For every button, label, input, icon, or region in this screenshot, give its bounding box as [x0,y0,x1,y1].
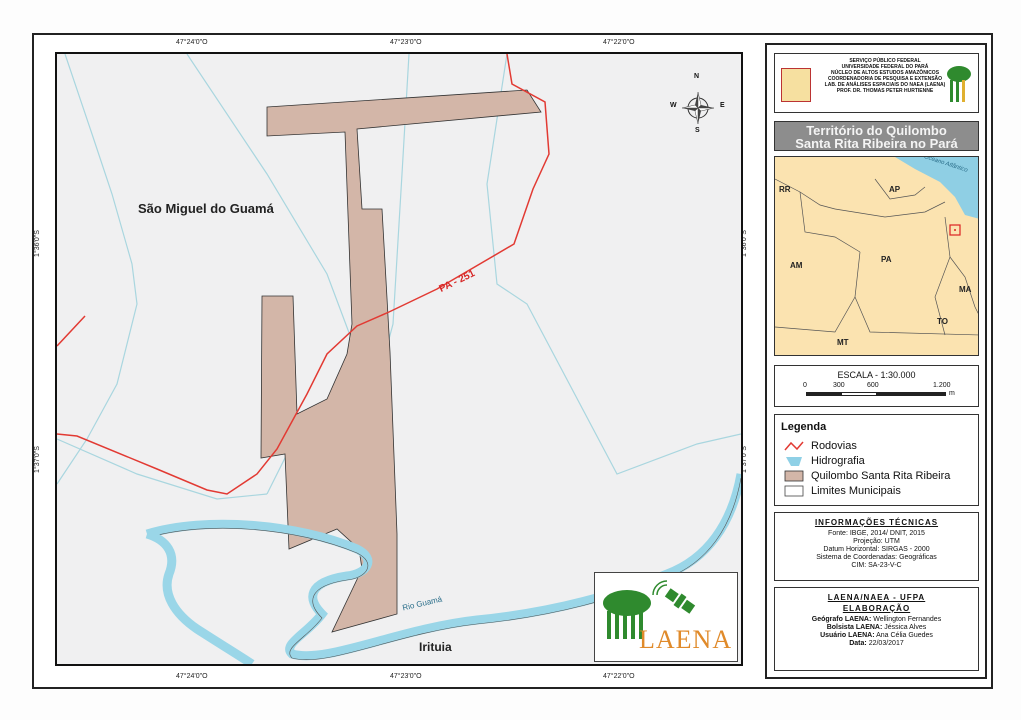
legend-title: Legenda [781,421,827,433]
laena-logo-text: LAENA [639,625,733,654]
state-ap: AP [889,185,901,194]
credit-line-4: Data: 22/03/2017 [775,640,978,648]
map-title: Território do Quilombo Santa Rita Ribeir… [774,121,979,151]
compass-n: N [694,73,700,80]
state-rr: RR [779,185,791,194]
coord-left-1: 1°36'0"S [33,230,41,257]
credit-key-1: Geógrafo LAENA: [811,616,872,623]
legend-label-limits: Limites Municipais [811,485,901,497]
state-mt: MT [837,338,849,347]
hydro-symbol-icon [786,457,802,466]
legend-label-quilombo: Quilombo Santa Rita Ribeira [811,470,951,482]
state-am: AM [790,261,803,270]
credit-key-2: Bolsista LAENA: [826,624,883,631]
compass-rose [681,91,715,125]
legend-box: Legenda Rodovias Hidrografia Quilombo Sa… [774,414,979,506]
side-panel: SERVIÇO PÚBLICO FEDERAL UNIVERSIDADE FED… [765,43,987,679]
scale-tick-600: 600 [867,382,879,389]
compass-e: E [720,102,725,109]
road-segment [57,315,86,347]
state-ma: MA [959,285,972,294]
coord-bottom-2: 47°23'0"O [390,673,422,680]
coord-top-1: 47°24'0"O [176,39,208,46]
scale-tick-300: 300 [833,382,845,389]
road-symbol-icon [784,441,804,451]
limits-symbol-icon [784,485,804,497]
state-pa: PA [881,255,892,264]
laena-logo: LAENA [594,572,738,662]
quilombo-polygon [260,89,542,633]
tech-info-line-3: Datum Horizontal: SIRGAS - 2000 [823,546,930,553]
credit-line-1: Geógrafo LAENA: Wellington Fernandes [775,616,978,624]
tech-info-heading: INFORMAÇÕES TÉCNICAS [814,518,939,527]
credit-val-3: Ana Célia Guedes [876,632,933,639]
scale-unit: m [949,390,955,397]
scale-tick-1200: 1.200 [933,382,951,389]
compass-w: W [670,102,677,109]
compass-s: S [695,127,700,134]
tech-info-line-4: Sistema de Coordenadas: Geográficas [816,554,937,561]
laena-small-icon [947,66,971,102]
coord-left-2: 1°37'0"S [33,446,41,473]
coord-bottom-3: 47°22'0"O [603,673,635,680]
state-to: TO [937,317,948,326]
credit-line-2: Bolsista LAENA: Jéssica Alves [775,624,978,632]
credit-val-4: 22/03/2017 [868,640,904,647]
header-line-6: PROF. DR. THOMAS PETER HURTIENNE [836,88,934,94]
scale-label: ESCALA - 1:30.000 [837,370,916,380]
title-line-2: Santa Rita Ribeira no Pará [795,136,958,151]
legend-item-limits: Limites Municipais [783,484,901,498]
legend-item-roads: Rodovias [783,439,857,453]
institution-header: SERVIÇO PÚBLICO FEDERAL UNIVERSIDADE FED… [774,53,979,113]
scale-bar [806,392,946,396]
coord-top-2: 47°23'0"O [390,39,422,46]
credit-val-1: Wellington Fernandes [873,616,942,623]
tech-info-box: INFORMAÇÕES TÉCNICAS Fonte: IBGE, 2014/ … [774,512,979,581]
legend-label-hydro: Hidrografia [811,455,865,467]
tech-info-line-2: Projeção: UTM [853,538,900,545]
quilombo-symbol-icon [784,470,804,482]
label-sao-miguel: São Miguel do Guamá [138,201,274,216]
legend-label-roads: Rodovias [811,440,857,452]
credits-box: LAENA/NAEA - UFPA ELABORAÇÃO Geógrafo LA… [774,587,979,671]
main-map[interactable]: São Miguel do Guamá Irituia PA - 251 Rio… [55,52,743,666]
credits-org: LAENA/NAEA - UFPA [827,593,926,602]
legend-item-hydro: Hidrografia [783,454,865,468]
scale-tick-0: 0 [803,382,807,389]
coord-top-3: 47°22'0"O [603,39,635,46]
ufpa-crest-icon [781,68,811,102]
legend-item-quilombo: Quilombo Santa Rita Ribeira [783,469,950,483]
credit-key-4: Data: [849,640,867,647]
credit-key-3: Usuário LAENA: [820,632,875,639]
tech-info-line-5: CIM: SA-23-V-C [851,562,902,569]
credit-line-3: Usuário LAENA: Ana Célia Guedes [775,632,978,640]
scale-box: ESCALA - 1:30.000 0 300 600 1.200 m [774,365,979,407]
credit-val-2: Jéssica Alves [884,624,927,631]
inset-map[interactable]: Oceano Atlântico RR AP AM PA MA TO MT [774,156,979,356]
credits-heading: ELABORAÇÃO [842,604,911,613]
label-irituia: Irituia [419,640,452,654]
coord-bottom-1: 47°24'0"O [176,673,208,680]
tech-info-line-1: Fonte: IBGE, 2014/ DNIT, 2015 [828,530,925,537]
inset-canvas [775,157,978,336]
